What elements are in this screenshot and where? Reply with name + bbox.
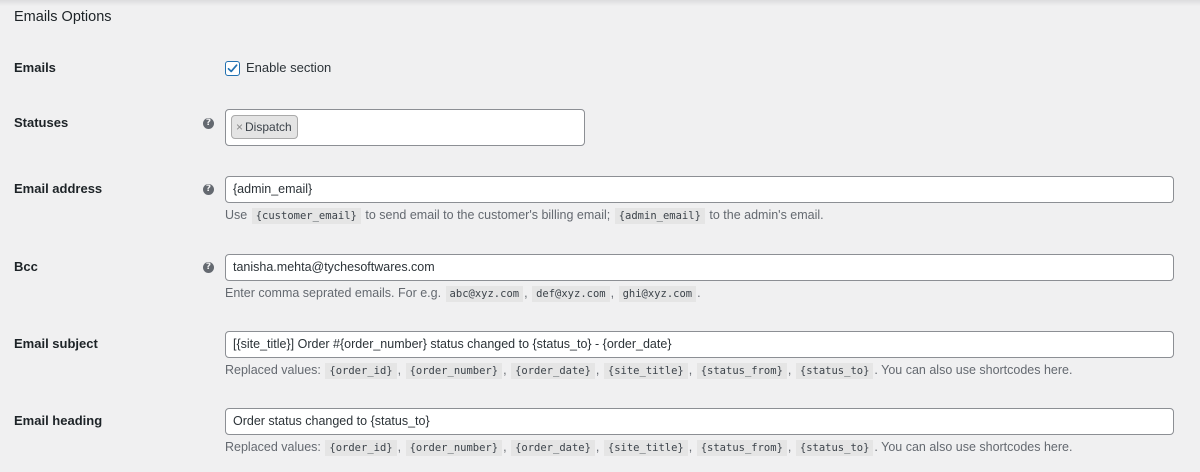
separator: , [688,363,693,377]
email-subject-description: Replaced values: {order_id}, {order_numb… [225,363,1073,379]
help-icon[interactable]: ? [203,262,214,273]
separator: , [787,363,792,377]
desc-text: to the admin's email. [709,208,824,222]
separator: , [595,440,600,454]
status-chip: × Dispatch [231,115,298,139]
code-customer-email: {customer_email} [251,208,361,224]
status-chip-label: Dispatch [245,120,292,134]
email-heading-description: Replaced values: {order_id}, {order_numb… [225,440,1073,456]
statuses-multiselect[interactable]: × Dispatch [225,109,585,146]
separator: , [503,363,507,377]
email-heading-label: Email heading [14,413,103,428]
email-address-value: {admin_email} [233,182,313,196]
code-placeholder: {site_title} [603,363,688,379]
email-address-input[interactable]: {admin_email} [225,176,1174,203]
email-subject-input[interactable]: [{site_title}] Order #{order_number} sta… [225,331,1174,358]
separator: , [397,440,402,454]
section-title: Emails Options [14,9,112,25]
separator: , [787,440,792,454]
separator: , [524,286,528,300]
code-placeholder: {order_date} [511,363,595,379]
enable-section-label[interactable]: Enable section [246,60,331,75]
top-shadow [0,0,1200,6]
desc-text: . You can also use shortcodes here. [874,363,1073,377]
code-placeholder: {status_from} [696,363,787,379]
help-icon[interactable]: ? [203,184,214,195]
email-subject-value: [{site_title}] Order #{order_number} sta… [233,337,672,351]
checkmark-icon [227,64,238,73]
emails-label: Emails [14,60,56,75]
code-admin-email: {admin_email} [614,208,705,224]
code-placeholder: {order_number} [405,440,503,456]
code-example: abc@xyz.com [445,286,524,302]
statuses-label: Statuses [14,115,69,130]
code-placeholder: {status_from} [696,440,787,456]
desc-text: . You can also use shortcodes here. [874,440,1073,454]
separator: , [688,440,693,454]
remove-chip-icon[interactable]: × [236,120,243,134]
code-placeholder: {status_to} [795,440,874,456]
code-placeholder: {status_to} [795,363,874,379]
separator: , [595,363,600,377]
email-heading-value: Order status changed to {status_to} [233,414,430,428]
separator: , [397,363,402,377]
desc-text: to send email to the customer's billing … [365,208,611,222]
code-placeholder: {order_id} [325,440,397,456]
email-subject-label: Email subject [14,336,98,351]
separator: , [503,440,507,454]
email-address-description: Use {customer_email} to send email to th… [225,208,824,224]
separator: . [697,286,701,300]
code-placeholder: {site_title} [603,440,688,456]
bcc-input[interactable]: tanisha.mehta@tychesoftwares.com [225,254,1174,281]
desc-text: Replaced values: [225,440,321,454]
separator: , [610,286,615,300]
bcc-value: tanisha.mehta@tychesoftwares.com [233,260,435,274]
email-address-label: Email address [14,181,103,196]
email-heading-input[interactable]: Order status changed to {status_to} [225,408,1174,435]
enable-section-checkbox[interactable] [225,61,240,76]
code-placeholder: {order_id} [325,363,397,379]
code-placeholder: {order_number} [405,363,503,379]
desc-text: Use [225,208,248,222]
help-icon[interactable]: ? [203,118,214,129]
code-example: def@xyz.com [532,286,610,302]
code-example: ghi@xyz.com [618,286,697,302]
desc-text: Replaced values: [225,363,321,377]
desc-text: Enter comma seprated emails. For e.g. [225,286,442,300]
code-placeholder: {order_date} [511,440,595,456]
bcc-label: Bcc [14,259,38,274]
bcc-description: Enter comma seprated emails. For e.g. ab… [225,286,701,302]
